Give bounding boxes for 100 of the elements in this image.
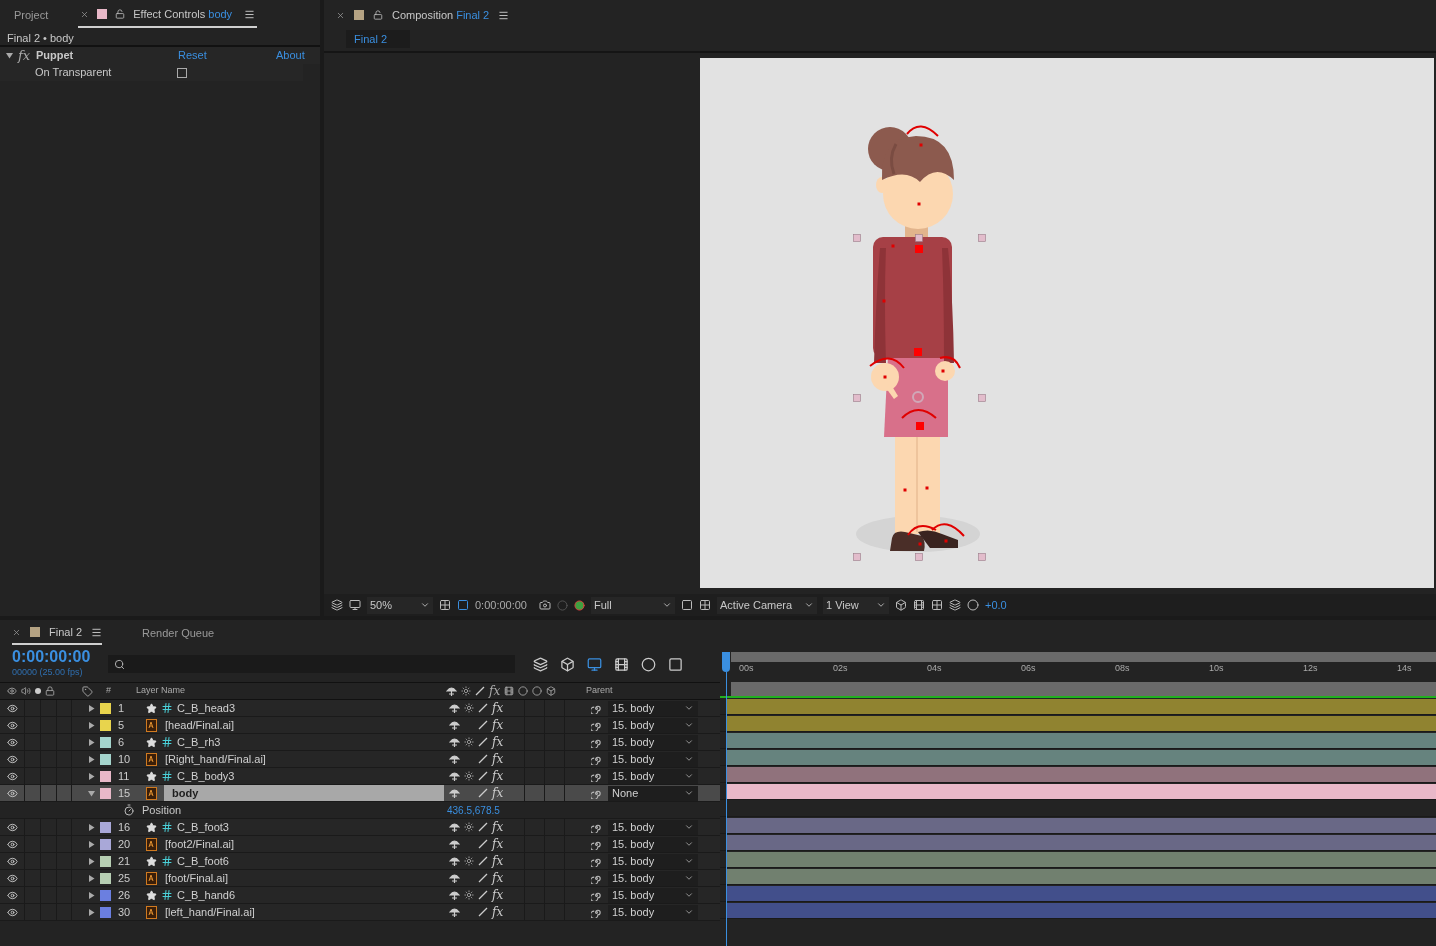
effect-switch[interactable]: fx — [492, 821, 504, 833]
monitor-icon[interactable] — [349, 599, 361, 611]
twirl-toggle[interactable] — [6, 52, 13, 59]
parent-dropdown[interactable]: 15. body — [608, 887, 698, 903]
layer-duration-bar[interactable] — [727, 749, 1436, 765]
layer-name[interactable]: [foot2/Final.ai] — [164, 835, 235, 853]
close-icon[interactable] — [336, 10, 345, 20]
layer-name[interactable]: [Right_hand/Final.ai] — [164, 750, 266, 768]
label-color-swatch[interactable] — [100, 702, 111, 714]
label-color-swatch[interactable] — [100, 889, 111, 901]
label-color-swatch[interactable] — [100, 787, 111, 799]
parent-dropdown[interactable]: 15. body — [608, 768, 698, 784]
time-ruler[interactable]: 00s 02s 04s 06s 08s 10s 12s 14s — [731, 662, 1436, 682]
label-color-swatch[interactable] — [100, 753, 111, 765]
view-layout-dropdown[interactable]: 1 View — [823, 596, 889, 614]
lock-switch[interactable] — [56, 768, 72, 784]
effect-switch[interactable]: fx — [492, 787, 504, 799]
twirl-toggle[interactable] — [88, 823, 95, 831]
visibility-eye-icon[interactable] — [6, 770, 18, 782]
twirl-toggle[interactable] — [88, 840, 95, 848]
visibility-eye-icon[interactable] — [6, 855, 18, 867]
effect-switch[interactable]: fx — [492, 719, 504, 731]
parent-dropdown[interactable]: 15. body — [608, 853, 698, 869]
close-icon[interactable] — [80, 9, 90, 19]
panel-tab[interactable]: Effect Controls body — [78, 2, 258, 28]
collapse-switch-icon[interactable] — [464, 703, 474, 713]
layer-duration-bar[interactable] — [727, 732, 1436, 748]
label-color-swatch[interactable] — [100, 906, 111, 918]
layer-duration-bar[interactable] — [727, 851, 1436, 867]
close-icon[interactable] — [12, 627, 21, 637]
twirl-toggle[interactable] — [88, 738, 95, 746]
label-color-swatch[interactable] — [100, 770, 111, 782]
lock-switch[interactable] — [56, 785, 72, 801]
layer-duration-bar[interactable] — [727, 715, 1436, 731]
twirl-toggle[interactable] — [88, 908, 95, 916]
effect-switch[interactable]: fx — [492, 753, 504, 765]
parent-dropdown[interactable]: 15. body — [608, 751, 698, 767]
layer-name[interactable]: C_B_body3 — [176, 767, 235, 785]
parent-dropdown[interactable]: 15. body — [608, 870, 698, 886]
layer-name[interactable]: body — [164, 784, 199, 802]
current-time[interactable]: 0:00:00:00 — [12, 648, 108, 667]
grid-icon[interactable] — [439, 599, 451, 611]
collapse-switch-icon[interactable] — [464, 771, 474, 781]
stopwatch-icon[interactable] — [123, 804, 135, 816]
collapse-switch-icon[interactable] — [464, 737, 474, 747]
parent-dropdown[interactable]: 15. body — [608, 819, 698, 835]
layer-name[interactable]: C_B_rh3 — [176, 733, 221, 751]
panel-menu-icon[interactable] — [91, 626, 103, 638]
effect-switch[interactable]: fx — [492, 889, 504, 901]
label-color-swatch[interactable] — [100, 855, 111, 867]
parent-dropdown[interactable]: 15. body — [608, 717, 698, 733]
panel-menu-icon[interactable] — [498, 9, 510, 21]
layer-name[interactable]: C_B_head3 — [176, 699, 236, 717]
panel-tab[interactable]: Project — [14, 2, 49, 28]
draft-3d-icon[interactable] — [560, 656, 575, 672]
composition-tab[interactable]: Final 2 — [346, 30, 410, 48]
checkbox[interactable] — [177, 67, 187, 78]
parent-dropdown[interactable]: 15. body — [608, 836, 698, 852]
panel-menu-icon[interactable] — [244, 8, 256, 20]
collapse-switch-icon[interactable] — [464, 822, 474, 832]
layer-duration-bar[interactable] — [727, 868, 1436, 884]
playhead-handle[interactable] — [722, 652, 730, 672]
camera-icon[interactable] — [539, 599, 551, 611]
effect-switch[interactable]: fx — [492, 872, 504, 884]
twirl-toggle[interactable] — [88, 755, 95, 763]
lock-icon[interactable] — [373, 10, 383, 20]
layers-icon[interactable] — [331, 599, 343, 611]
parent-dropdown[interactable]: 15. body — [608, 734, 698, 750]
zoom-dropdown[interactable]: 50% — [367, 596, 433, 614]
layer-duration-bar[interactable] — [727, 766, 1436, 782]
effect-switch[interactable]: fx — [492, 770, 504, 782]
twirl-toggle[interactable] — [88, 704, 95, 712]
visibility-eye-icon[interactable] — [6, 838, 18, 850]
twirl-toggle[interactable] — [88, 789, 95, 797]
parent-dropdown[interactable]: 15. body — [608, 904, 698, 920]
visibility-eye-icon[interactable] — [6, 906, 18, 918]
label-color-swatch[interactable] — [100, 719, 111, 731]
channel-icon[interactable] — [574, 599, 585, 611]
effect-switch[interactable]: fx — [492, 855, 504, 867]
collapse-switch-icon[interactable] — [464, 856, 474, 866]
visibility-eye-icon[interactable] — [6, 702, 18, 714]
resolution-dropdown[interactable]: Full — [591, 596, 675, 614]
visibility-eye-icon[interactable] — [6, 787, 18, 799]
label-color-swatch[interactable] — [100, 821, 111, 833]
property-value[interactable]: 436.5,678.5 — [447, 802, 500, 818]
twirl-toggle[interactable] — [88, 874, 95, 882]
visibility-eye-icon[interactable] — [6, 736, 18, 748]
parent-dropdown[interactable]: None — [608, 785, 698, 801]
twirl-toggle[interactable] — [88, 857, 95, 865]
visibility-eye-icon[interactable] — [6, 821, 18, 833]
layer-name[interactable]: C_B_foot3 — [176, 818, 229, 836]
effect-switch[interactable]: fx — [492, 906, 504, 918]
label-color-swatch[interactable] — [100, 736, 111, 748]
parent-dropdown[interactable]: 15. body — [608, 700, 698, 716]
visibility-eye-icon[interactable] — [6, 889, 18, 901]
panel-tab[interactable]: Composition Final 2 — [392, 6, 490, 24]
label-color-swatch[interactable] — [100, 838, 111, 850]
twirl-toggle[interactable] — [88, 772, 95, 780]
visibility-eye-icon[interactable] — [6, 872, 18, 884]
layer-name[interactable]: C_B_hand6 — [176, 886, 236, 904]
